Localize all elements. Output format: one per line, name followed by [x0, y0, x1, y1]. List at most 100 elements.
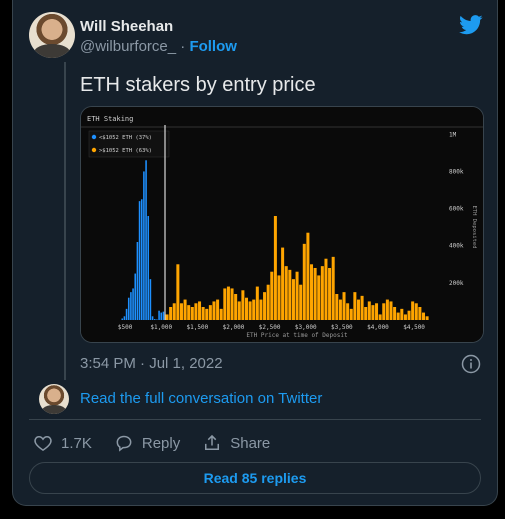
x-tick-label: $2,500 [259, 324, 281, 331]
chart-bar [145, 160, 147, 320]
chart-bar [421, 312, 425, 320]
share-action[interactable]: Share [202, 433, 270, 453]
y-tick-label: 800k [449, 168, 464, 175]
read-replies-button[interactable]: Read 85 replies [29, 462, 481, 494]
author-handle-row: @wilburforce_ · Follow [80, 38, 237, 55]
like-count: 1.7K [61, 434, 92, 452]
reply-avatar[interactable] [39, 384, 69, 414]
chart-bar [385, 299, 389, 320]
share-label: Share [230, 434, 271, 452]
x-tick-label: $4,000 [367, 324, 389, 331]
chart-bar [216, 299, 220, 320]
chart-bar [356, 299, 360, 320]
chart-bar [172, 303, 176, 320]
chart-bar [375, 303, 379, 320]
chart-ylabel: ETH Deposited [471, 205, 477, 248]
chart-bar [241, 290, 245, 320]
y-tick-label: 600k [449, 206, 464, 213]
chart-bar [219, 308, 223, 320]
chart-bar [263, 292, 267, 320]
reply-icon [116, 435, 132, 452]
chart-bar [125, 308, 128, 320]
thread-line [64, 62, 66, 380]
chart-bar [403, 314, 407, 320]
chart-bar [411, 301, 415, 320]
chart-bar [418, 307, 422, 320]
chart-bar [367, 301, 371, 320]
chart-bar [230, 288, 234, 320]
chart-bar [284, 266, 288, 320]
legend-swatch-above [91, 147, 97, 153]
tweet-timestamp[interactable]: 3:54 PM · Jul 1, 2022 [80, 355, 223, 372]
tweet-media-chart[interactable]: ETH Staking <$1052 ETH (37%) >$1052 ETH … [80, 106, 484, 343]
chart-bar [194, 303, 198, 320]
legend-label-below: <$1052 ETH (37%) [99, 135, 152, 141]
chart-bar [123, 316, 126, 320]
chart-bar [226, 286, 230, 320]
chart-bar [158, 310, 160, 320]
chart-bar [349, 308, 353, 320]
divider [29, 419, 481, 420]
twitter-bird-icon[interactable] [459, 15, 483, 35]
info-icon[interactable] [461, 354, 481, 374]
chart-bar [165, 314, 169, 320]
like-action[interactable]: 1.7K [33, 433, 92, 453]
chart-bar [295, 271, 299, 320]
chart-bar [248, 301, 252, 320]
chart-bar [223, 288, 227, 320]
read-conversation-link[interactable]: Read the full conversation on Twitter [80, 390, 322, 407]
reply-label: Reply [141, 434, 181, 452]
chart-bar [212, 301, 216, 320]
x-tick-label: $4,500 [403, 324, 425, 331]
x-tick-label: $3,500 [331, 324, 353, 331]
chart-bar [244, 297, 248, 320]
x-tick-label: $1,000 [150, 324, 172, 331]
chart-bar [237, 301, 241, 320]
chart-bar [288, 269, 292, 320]
chart-bar [306, 232, 310, 320]
chart-bar [201, 307, 205, 320]
author-avatar[interactable] [29, 12, 75, 58]
chart-bar [138, 201, 141, 320]
chart-bar [179, 303, 183, 320]
tweet-card: Will Sheehan @wilburforce_ · Follow ETH … [12, 0, 498, 506]
chart-bar [389, 301, 393, 320]
chart-bar [183, 299, 187, 320]
chart-bar [151, 316, 154, 320]
author-name[interactable]: Will Sheehan [80, 18, 173, 35]
y-tick-label: 1M [449, 131, 457, 138]
chart-svg: ETH Staking <$1052 ETH (37%) >$1052 ETH … [81, 107, 483, 342]
chart-bar [134, 273, 137, 320]
chart-bar [153, 319, 156, 320]
chart-bar [378, 314, 382, 320]
y-tick-label: 400k [449, 243, 464, 250]
chart-bar [187, 305, 191, 320]
chart-bar [371, 305, 375, 320]
chart-bar [259, 299, 263, 320]
chart-title: ETH Staking [87, 115, 133, 123]
chart-bar [360, 295, 364, 320]
chart-bar [338, 299, 342, 320]
chart-bar [396, 312, 400, 320]
chart-bar [255, 286, 259, 320]
chart-bar [147, 216, 150, 320]
chart-bar [252, 299, 256, 320]
x-tick-label: $500 [118, 324, 133, 331]
legend-swatch-below [91, 134, 97, 140]
chart-bar [331, 256, 335, 320]
chart-bar [302, 243, 306, 320]
chart-bar [382, 303, 386, 320]
chart-bar [121, 318, 124, 320]
chart-bar [270, 271, 274, 320]
chart-bar [317, 275, 321, 320]
follow-button[interactable]: Follow [189, 38, 237, 55]
tweet-actions: 1.7K Reply Share [33, 433, 292, 453]
chart-bar [160, 312, 163, 320]
chart-bar [176, 264, 180, 320]
chart-bar [162, 311, 165, 320]
reply-action[interactable]: Reply [114, 433, 180, 453]
chart-bar [208, 305, 212, 320]
author-handle[interactable]: @wilburforce_ [80, 38, 176, 55]
chart-bar [320, 266, 324, 320]
chart-bar [198, 301, 202, 320]
